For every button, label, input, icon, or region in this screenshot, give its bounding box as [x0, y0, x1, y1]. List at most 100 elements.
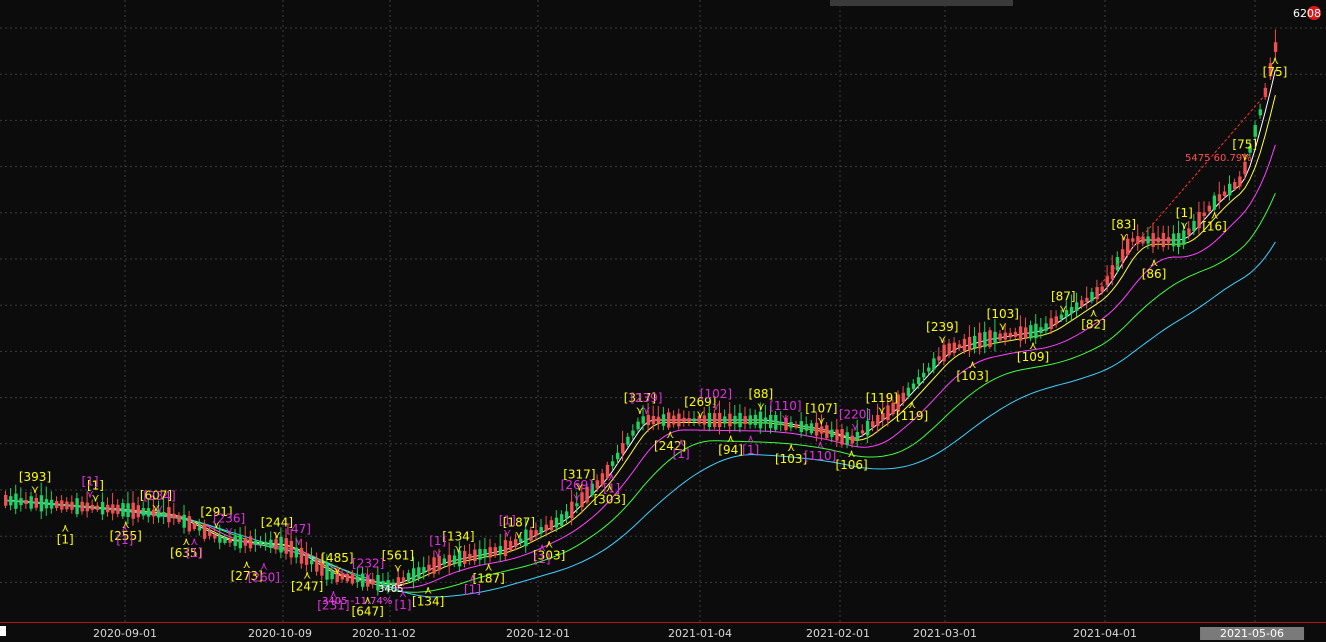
signal-arrow-icon: ⋏	[1210, 209, 1218, 222]
candle	[1115, 257, 1120, 271]
candle	[927, 367, 931, 372]
candle	[177, 515, 181, 523]
candle	[248, 536, 253, 549]
candle	[19, 498, 23, 506]
candle	[1100, 286, 1104, 292]
signal-label: [102]	[700, 387, 732, 401]
date-label: 2021-05-06	[1200, 627, 1304, 640]
candle	[636, 421, 640, 430]
signal-arrow-icon: ⋏	[468, 572, 476, 585]
candlestick-chart[interactable]: [393] ⋎ [1] ⋏ [1] ⋎ [255] ⋏ [607] ⋎ [635] ⋏ [291] ⋎ [2…	[0, 0, 1326, 622]
candle	[1095, 287, 1099, 300]
date-label: 2021-02-01	[806, 627, 870, 640]
signal-label: [16]	[1202, 220, 1227, 234]
candle	[871, 421, 875, 428]
candle	[661, 414, 666, 426]
candle	[988, 330, 992, 347]
candle	[728, 413, 732, 427]
signal-label: [103]	[987, 307, 1019, 321]
signal-arrow-icon: ⋏	[848, 447, 856, 460]
candle	[626, 436, 630, 445]
candle	[1054, 316, 1058, 325]
candle	[667, 412, 671, 428]
signal-label: [1]	[1176, 206, 1193, 220]
period-low-label: 3405	[378, 584, 404, 595]
candle	[65, 501, 69, 510]
signal-label: [119]	[896, 409, 928, 423]
candle	[264, 541, 268, 546]
candle	[723, 416, 727, 424]
candle	[182, 514, 186, 528]
candle	[493, 547, 497, 556]
candle	[95, 505, 100, 510]
signal-arrow-icon: ⋎	[878, 404, 886, 417]
candle	[1151, 233, 1155, 247]
signal-label: [94]	[718, 443, 743, 457]
candle	[850, 435, 854, 444]
candle	[401, 577, 406, 582]
date-label: 2021-01-04	[668, 627, 732, 640]
chart-canvas[interactable]: [393]⋎[1]⋏[1]⋎[255]⋏[607]⋎[635]⋏[291]⋎[2…	[0, 0, 1326, 622]
candle	[712, 413, 717, 427]
candle	[743, 416, 747, 424]
signal-label: [393]	[19, 470, 51, 484]
candle	[825, 425, 829, 439]
signal-arrow-icon: ⋎	[642, 404, 650, 417]
signal-label: [239]	[926, 320, 958, 334]
candle	[447, 554, 452, 567]
candle	[289, 540, 293, 558]
candle	[672, 415, 676, 425]
candle	[1080, 300, 1084, 307]
candle	[559, 514, 564, 526]
candle	[1171, 233, 1176, 247]
signal-label: [134]	[412, 594, 444, 608]
signal-label: [86]	[1142, 267, 1167, 281]
candle	[90, 504, 95, 510]
signal-label: [109]	[1017, 350, 1049, 364]
candle	[549, 520, 554, 531]
candle	[1182, 230, 1186, 245]
candle	[687, 418, 691, 422]
signal-label: [269]	[561, 478, 593, 492]
signal-label: [1]	[534, 552, 551, 566]
signal-label: [1]	[57, 532, 74, 546]
signal-label: [107]	[805, 401, 837, 415]
candle	[146, 508, 151, 517]
candle	[677, 413, 681, 427]
signal-arrow-icon: ⋎	[295, 535, 303, 548]
signal-label: [1]	[82, 474, 99, 488]
candle	[468, 553, 472, 559]
candle	[529, 530, 533, 541]
signal-label: [1]	[186, 546, 203, 560]
candle	[901, 392, 905, 402]
candle	[473, 549, 477, 562]
signal-label: [1]	[464, 583, 481, 597]
signal-arrow-icon: ⋎	[273, 529, 281, 542]
signal-arrow-icon: ⋎	[454, 542, 462, 555]
candle	[1156, 237, 1160, 243]
candle	[1039, 327, 1043, 334]
date-label: 2020-09-01	[93, 627, 157, 640]
candle	[1090, 292, 1094, 301]
candle	[259, 541, 263, 546]
date-label: 2020-12-01	[506, 627, 570, 640]
signal-arrow-icon: ⋎	[817, 414, 825, 427]
signal-arrow-icon: ⋎	[757, 400, 765, 413]
scroll-marker-icon[interactable]	[0, 626, 6, 636]
candle	[835, 429, 839, 441]
candle	[498, 546, 503, 555]
candle	[412, 568, 416, 582]
candle	[947, 343, 951, 356]
candle	[809, 423, 814, 434]
candle	[304, 553, 309, 565]
candle	[1222, 191, 1227, 196]
candle	[49, 499, 54, 509]
candle	[799, 421, 803, 433]
moving-average-lines	[5, 69, 1276, 598]
signal-label: [247]	[291, 579, 323, 593]
candle	[763, 417, 768, 424]
candle	[641, 416, 645, 424]
candle	[1177, 233, 1181, 247]
candle	[983, 331, 987, 348]
signal-arrow-icon: ⋏	[243, 558, 251, 571]
